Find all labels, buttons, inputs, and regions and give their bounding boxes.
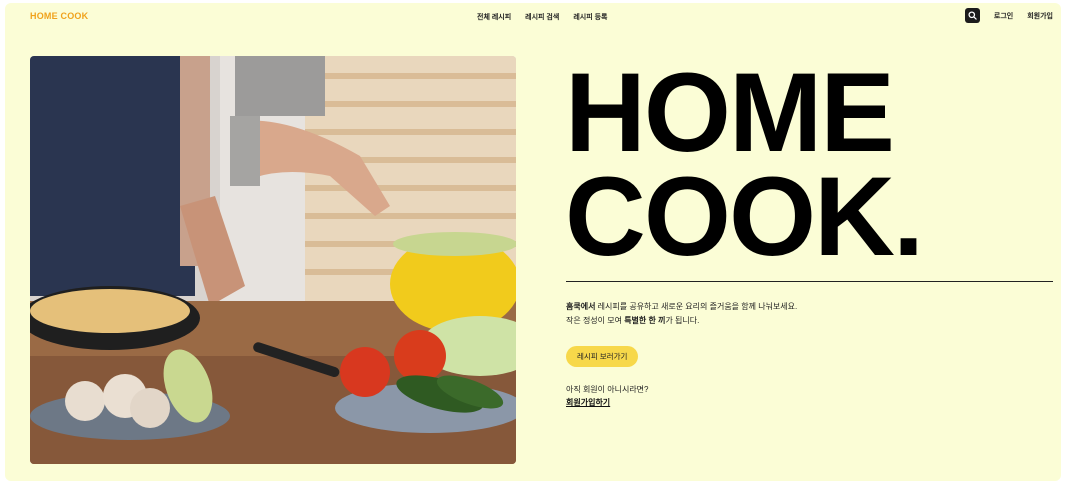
top-nav: HOME COOK 전체 레시피 레시피 검색 레시피 등록 로그인 회원가입	[5, 3, 1061, 31]
menu-item-recipe-register[interactable]: 레시피 등록	[573, 12, 607, 22]
hero-title-line1: HOME	[565, 50, 895, 175]
desc-bold2: 특별한 한 끼	[624, 316, 666, 325]
logo[interactable]: HOME COOK	[30, 11, 88, 21]
hero-title: HOME COOK.	[565, 50, 924, 279]
desc-bold1: 홈쿡에서	[566, 302, 596, 311]
hero-title-line2: COOK.	[565, 154, 924, 279]
view-recipes-button[interactable]: 레시피 보러가기	[566, 346, 639, 367]
menu-item-recipe-search[interactable]: 레시피 검색	[525, 12, 559, 22]
desc-pre2: 작은 정성이 모여	[566, 316, 625, 325]
desc-rest1: 레시피를 공유하고 새로운 요리의 즐거움을 함께 나눠보세요.	[595, 302, 798, 311]
desc-line1: 홈쿡에서 레시피를 공유하고 새로운 요리의 즐거움을 함께 나눠보세요.	[566, 300, 797, 314]
hero-divider	[566, 281, 1053, 282]
page-frame: HOME COOK 전체 레시피 레시피 검색 레시피 등록 로그인 회원가입	[5, 3, 1061, 481]
signup-link[interactable]: 회원가입하기	[566, 397, 610, 408]
login-link[interactable]: 로그인	[994, 11, 1013, 21]
main-menu: 전체 레시피 레시피 검색 레시피 등록	[477, 12, 607, 22]
desc-post2: 가 됩니다.	[665, 316, 700, 325]
signup-nav-link[interactable]: 회원가입	[1027, 11, 1053, 21]
signup-hint: 아직 회원이 아니시라면?	[566, 385, 649, 394]
desc-line2: 작은 정성이 모여 특별한 한 끼가 됩니다.	[566, 314, 797, 328]
hero-description: 홈쿡에서 레시피를 공유하고 새로운 요리의 즐거움을 함께 나눠보세요. 작은…	[566, 300, 797, 328]
hero-image	[30, 56, 516, 464]
menu-item-all-recipes[interactable]: 전체 레시피	[477, 12, 511, 22]
search-icon	[968, 11, 977, 20]
nav-actions: 로그인 회원가입	[964, 8, 1053, 23]
search-button[interactable]	[964, 8, 980, 23]
